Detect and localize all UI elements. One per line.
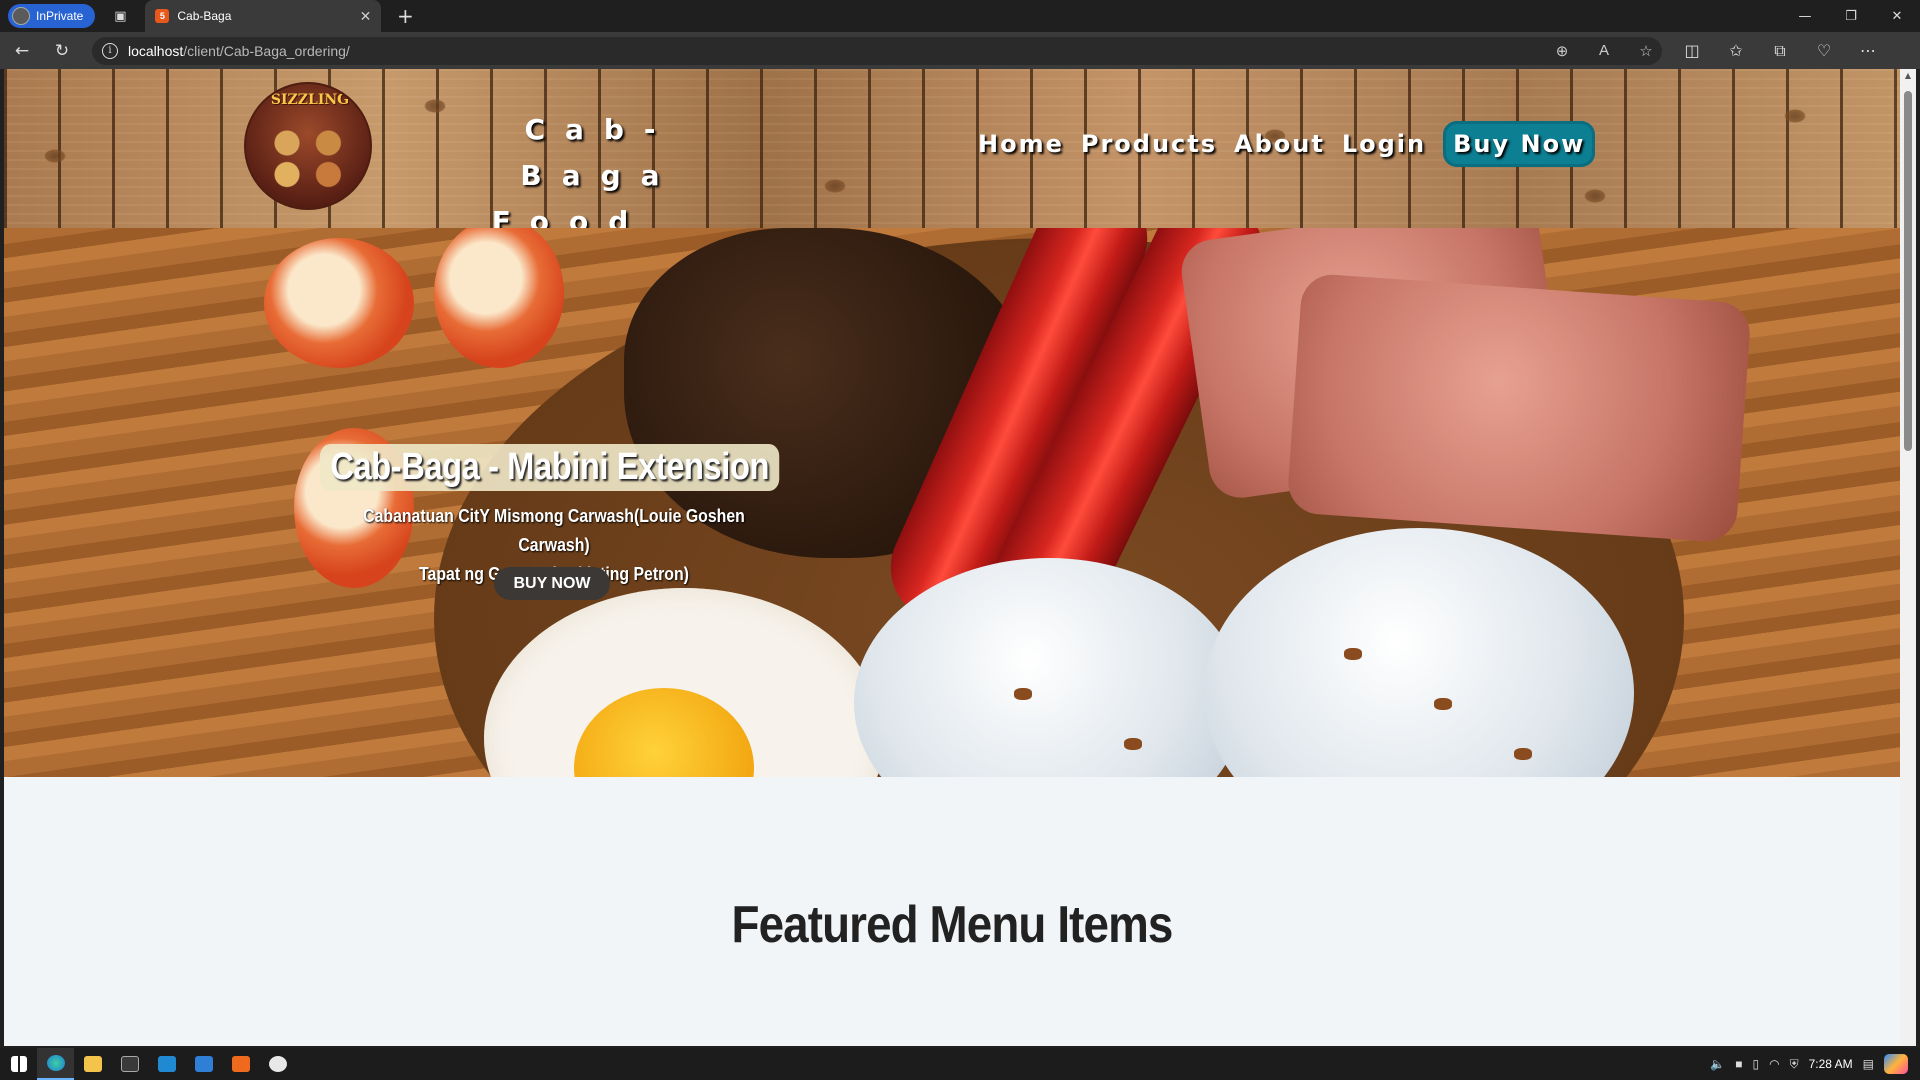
taskbar-clock[interactable]: 7:28 AM: [1809, 1057, 1853, 1071]
read-aloud-icon[interactable]: A: [1588, 42, 1620, 59]
wifi-icon[interactable]: ◠: [1769, 1057, 1779, 1071]
tomato-slice-image: [434, 228, 564, 368]
browser-tab-active[interactable]: 5 Cab-Baga ✕: [145, 0, 382, 32]
favorite-star-icon[interactable]: ☆: [1630, 42, 1662, 60]
edge-taskbar-icon[interactable]: [37, 1048, 74, 1080]
xampp-taskbar-icon[interactable]: [222, 1048, 259, 1080]
scroll-up-icon[interactable]: ▲: [1900, 69, 1916, 83]
battery-icon[interactable]: ▯: [1753, 1057, 1760, 1071]
vscode-taskbar-icon[interactable]: [148, 1048, 185, 1080]
start-button[interactable]: [0, 1048, 37, 1080]
nav-login-link[interactable]: Login: [1342, 130, 1426, 158]
site-brand: Cab-Baga Food Ordering: [400, 107, 740, 228]
hero-buy-now-button[interactable]: BUY NOW: [494, 567, 610, 600]
more-menu-icon[interactable]: ⋯: [1846, 41, 1890, 61]
inprivate-badge[interactable]: InPrivate: [8, 4, 96, 28]
tab-title: Cab-Baga: [177, 9, 232, 23]
url-host: localhost: [128, 42, 184, 59]
logo-text: SIZZLING: [270, 92, 350, 108]
hero-banner: Cab-Baga - Mabini Extension Cabanatuan C…: [4, 228, 1900, 777]
security-tray-icon[interactable]: ⛨: [1790, 1057, 1799, 1072]
page-viewport: SIZZLING Cab-Baga Food Ordering Home Pro…: [4, 69, 1900, 1046]
inprivate-label: InPrivate: [36, 9, 84, 23]
spam-slice-image: [1286, 272, 1752, 544]
brand-line-1: Cab-Baga: [520, 113, 680, 192]
xampp-tray-icon[interactable]: ■: [1735, 1057, 1742, 1071]
wood-knot: [1584, 189, 1606, 203]
windows-taskbar: 🔈 ■ ▯ ◠ ⛨ 7:28 AM ▤: [0, 1048, 1920, 1080]
photos-taskbar-icon[interactable]: [185, 1048, 222, 1080]
featured-menu-title: Featured Menu Items: [731, 896, 1174, 954]
url-path: /client/Cab-Baga_ordering/: [183, 42, 350, 59]
hero-address-line-1: Cabanatuan CitY Mismong Carwash(Louie Go…: [363, 506, 745, 555]
window-controls: — ❐ ✕: [1782, 0, 1920, 32]
refresh-icon[interactable]: ↻: [44, 36, 80, 66]
browser-toolbar-icons: ◫ ✩ ⧉ ♡ ⋯: [1670, 41, 1890, 61]
collections-icon[interactable]: ⧉: [1758, 41, 1802, 61]
profile-avatar-icon: [12, 7, 30, 25]
hero-title: Cab-Baga - Mabini Extension: [320, 444, 780, 491]
brand-line-2: Food Ordering: [491, 205, 649, 228]
site-header: SIZZLING Cab-Baga Food Ordering Home Pro…: [4, 69, 1900, 228]
nav-about-link[interactable]: About: [1234, 130, 1325, 158]
minimize-icon[interactable]: —: [1782, 0, 1828, 32]
site-logo[interactable]: SIZZLING: [244, 82, 372, 210]
address-bar[interactable]: i localhost/client/Cab-Baga_ordering/ ⊕ …: [92, 36, 1662, 65]
system-tray: 🔈 ■ ▯ ◠ ⛨ 7:28 AM ▤: [1710, 1048, 1920, 1080]
logo-food-plates: [264, 122, 356, 192]
garlic-bit: [1344, 648, 1362, 660]
site-info-icon[interactable]: i: [102, 42, 118, 59]
favorites-icon[interactable]: ✩: [1714, 41, 1758, 61]
tomato-slice-image: [264, 238, 414, 368]
new-tab-icon[interactable]: +: [393, 4, 417, 28]
address-toolbar: ← ↻ i localhost/client/Cab-Baga_ordering…: [0, 32, 1920, 69]
restore-icon[interactable]: ❐: [1828, 0, 1874, 32]
notification-icon[interactable]: ▤: [1863, 1057, 1874, 1071]
copilot-icon[interactable]: [1884, 1054, 1908, 1074]
garlic-bit: [1124, 738, 1142, 750]
garlic-bit: [1014, 688, 1032, 700]
page-scrollbar[interactable]: ▲: [1900, 69, 1916, 1046]
volume-icon[interactable]: 🔈: [1710, 1057, 1725, 1071]
back-arrow-icon[interactable]: ←: [4, 36, 40, 66]
browser-tab-bar: InPrivate ▣ 5 Cab-Baga ✕ + — ❐ ✕: [0, 0, 1920, 32]
garlic-bit: [1434, 698, 1452, 710]
wood-knot: [44, 149, 66, 163]
tab-actions-icon[interactable]: ▣: [109, 5, 131, 27]
garlic-bit: [1514, 748, 1532, 760]
favicon-icon: 5: [155, 9, 170, 23]
close-tab-icon[interactable]: ✕: [360, 8, 372, 25]
zoom-icon[interactable]: ⊕: [1546, 42, 1578, 60]
file-explorer-taskbar-icon[interactable]: [74, 1048, 111, 1080]
browser-essentials-icon[interactable]: ♡: [1802, 41, 1846, 61]
terminal-taskbar-icon[interactable]: [111, 1048, 148, 1080]
paint-taskbar-icon[interactable]: [259, 1048, 296, 1080]
nav-products-link[interactable]: Products: [1081, 130, 1217, 158]
nav-home-link[interactable]: Home: [978, 130, 1064, 158]
split-screen-icon[interactable]: ◫: [1670, 41, 1714, 61]
close-window-icon[interactable]: ✕: [1874, 0, 1920, 32]
wood-knot: [1784, 109, 1806, 123]
scrollbar-thumb[interactable]: [1904, 91, 1912, 451]
site-nav: Home Products About Login Buy Now: [978, 121, 1596, 167]
wood-knot: [824, 179, 846, 193]
nav-buy-now-button[interactable]: Buy Now: [1443, 121, 1596, 167]
